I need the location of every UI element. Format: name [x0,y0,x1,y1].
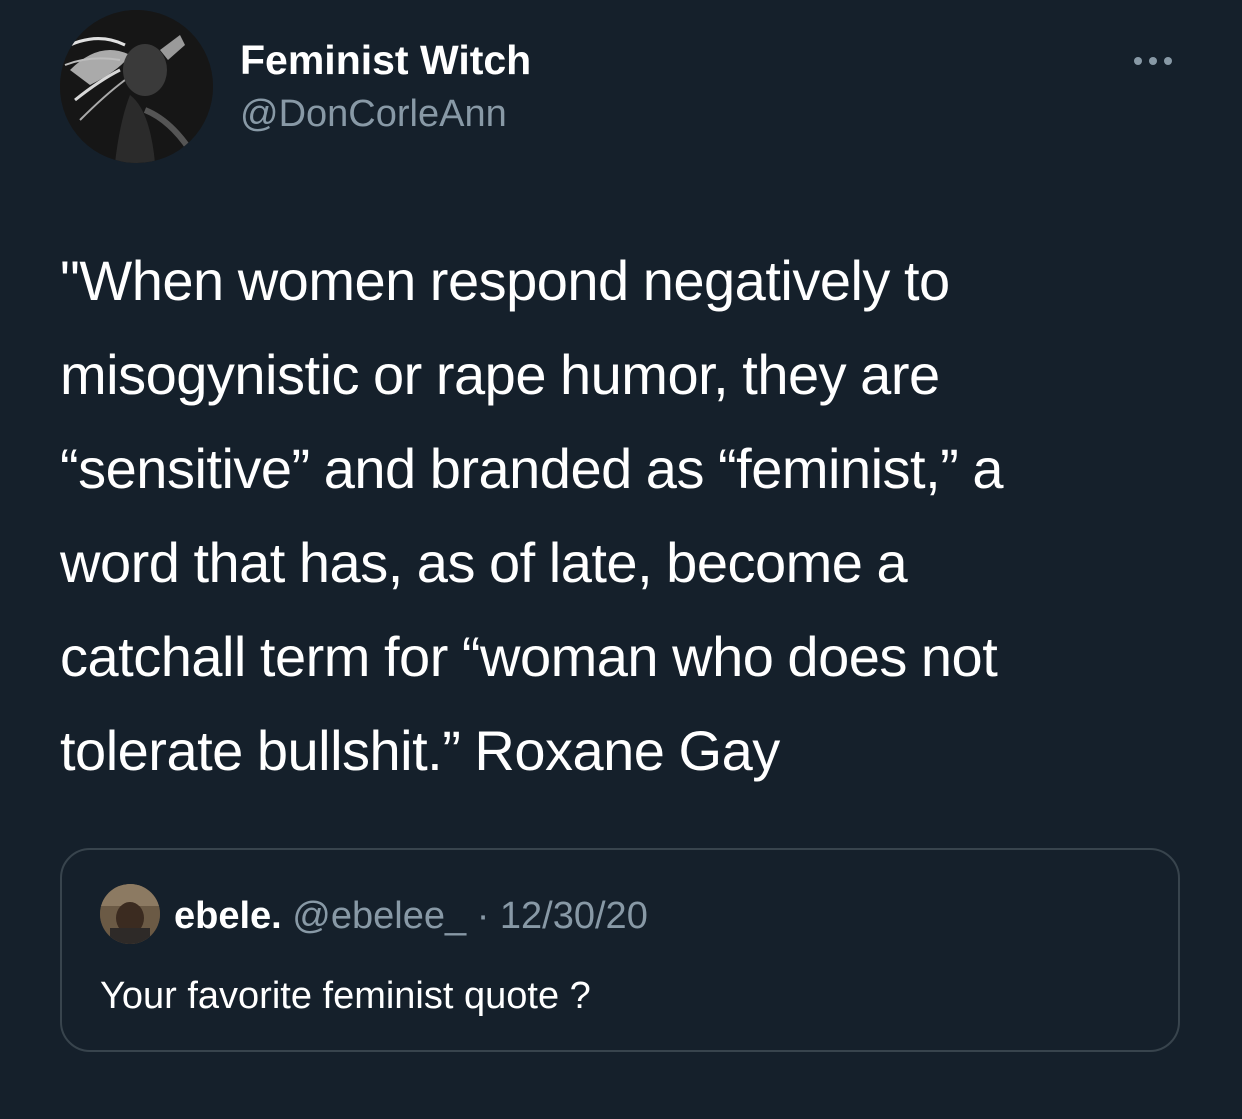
quoted-tweet-text: Your favorite feminist quote ? [100,975,591,1017]
author-handle[interactable]: @DonCorleAnn [240,90,507,138]
author-avatar[interactable] [60,10,213,163]
quoted-tweet-separator: · [476,895,490,937]
more-dots-icon [1134,57,1172,65]
author-avatar-image [60,10,213,163]
tweet-text: "When women respond negatively to misogy… [60,249,1004,782]
quoted-author-name[interactable]: ebele. [174,895,282,937]
quoted-author-handle[interactable]: @ebelee_ [292,895,466,937]
quoted-author-avatar[interactable] [100,884,160,944]
quoted-tweet-date[interactable]: 12/30/20 [500,895,648,937]
author-display-name[interactable]: Feminist Witch [240,34,531,86]
more-options-button[interactable] [1128,46,1178,76]
quoted-tweet-card[interactable]: ebele. @ebelee_ · 12/30/20 Your favorite… [60,848,1180,1052]
quoted-tweet-header: ebele. @ebelee_ · 12/30/20 [174,890,648,942]
quoted-author-avatar-image [100,884,160,944]
